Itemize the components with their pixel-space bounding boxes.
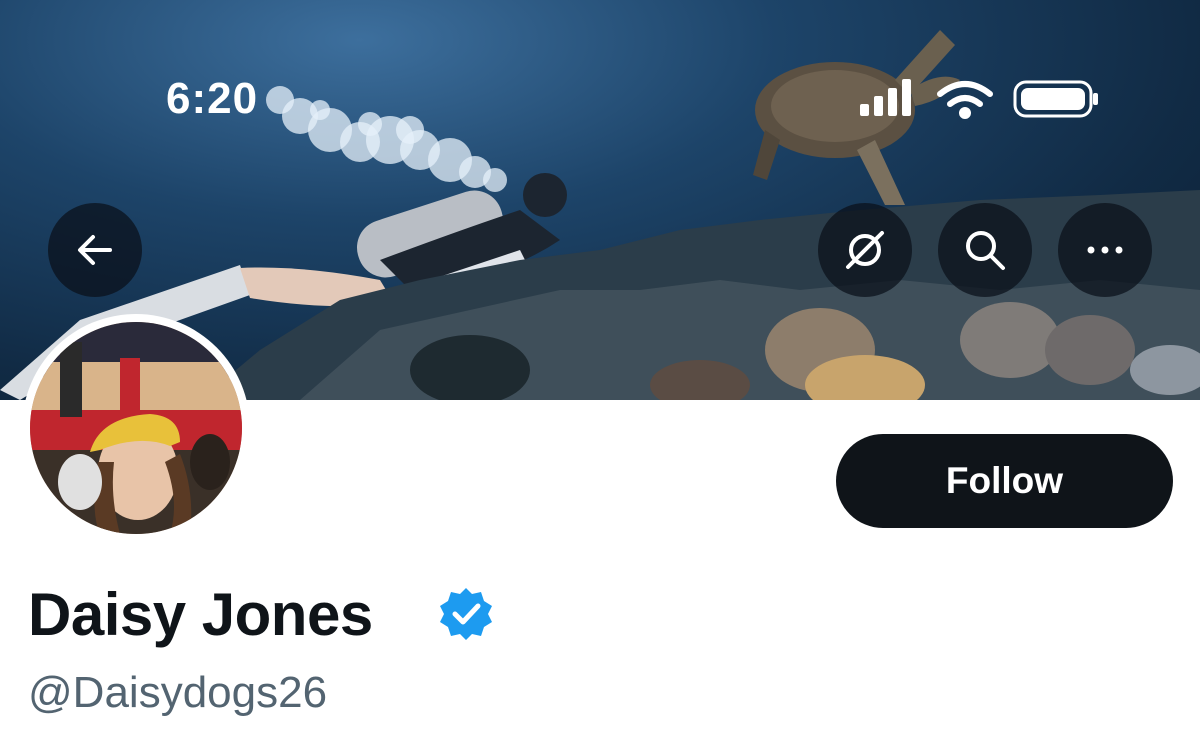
follow-button[interactable]: Follow — [836, 434, 1173, 528]
avatar-photo — [30, 322, 242, 534]
battery-icon — [1013, 80, 1098, 118]
more-button[interactable] — [1058, 203, 1152, 297]
arrow-left-icon — [78, 235, 112, 265]
avatar-image — [30, 322, 242, 534]
avatar[interactable] — [22, 314, 250, 542]
display-name: Daisy Jones — [28, 581, 373, 648]
back-button[interactable] — [48, 203, 142, 297]
status-icons — [860, 79, 1098, 119]
grok-button[interactable] — [818, 203, 912, 297]
signal-icon — [860, 79, 911, 116]
wifi-icon — [937, 81, 993, 119]
grok-icon — [846, 231, 884, 269]
search-button[interactable] — [938, 203, 1032, 297]
status-time: 6:20 — [166, 74, 259, 123]
verified-badge-icon — [440, 588, 492, 640]
search-icon — [966, 231, 1005, 270]
handle: @Daisydogs26 — [28, 668, 328, 717]
more-icon — [1087, 246, 1123, 254]
